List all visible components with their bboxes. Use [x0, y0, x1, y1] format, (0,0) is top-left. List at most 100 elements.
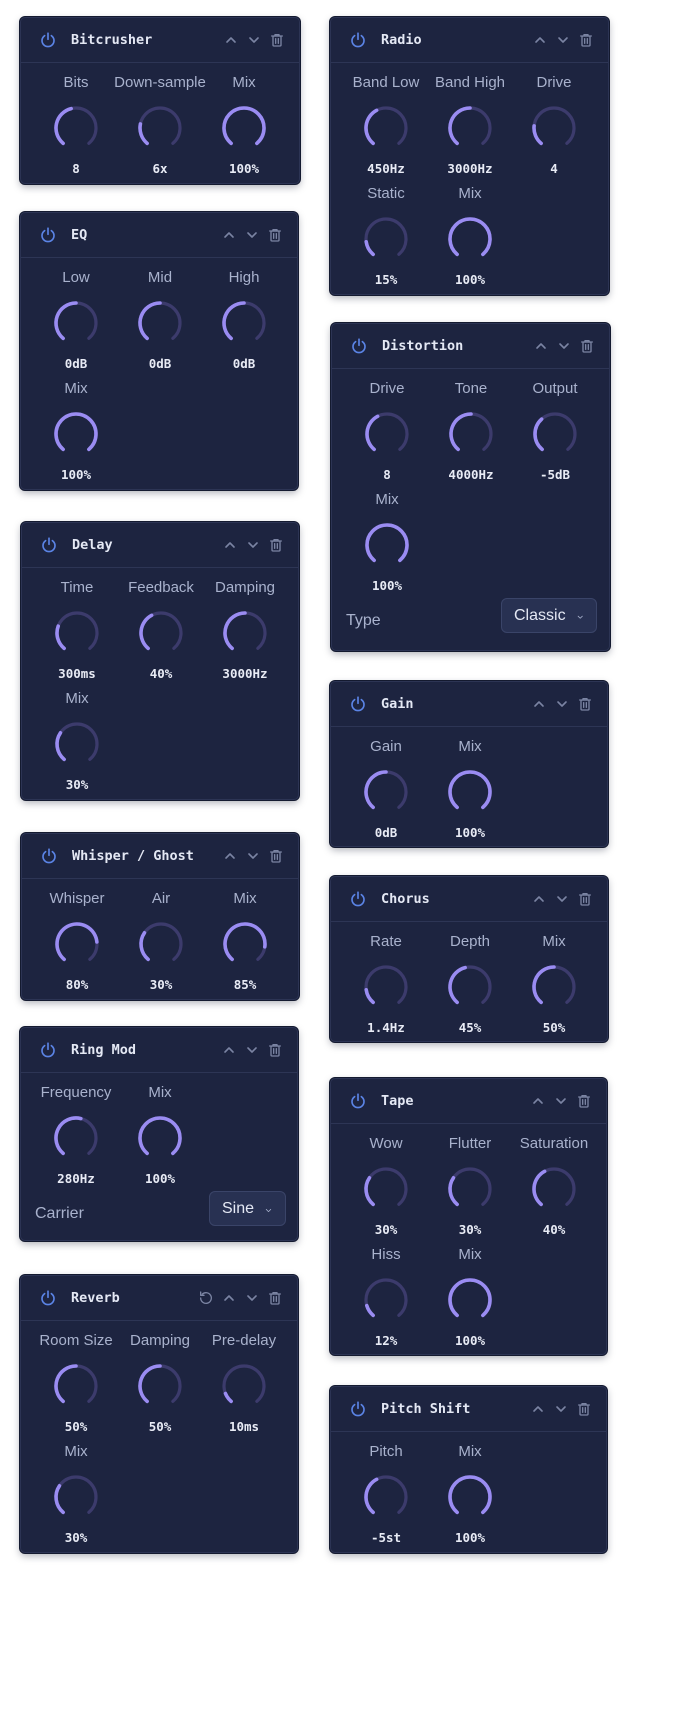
trash-icon[interactable] — [268, 537, 284, 553]
knob-dial[interactable] — [446, 963, 494, 1011]
knob-dial[interactable] — [52, 299, 100, 347]
knob-dial[interactable] — [362, 1276, 410, 1324]
knob-fill — [55, 624, 66, 651]
power-icon[interactable] — [349, 890, 367, 908]
knob-dial[interactable] — [362, 104, 410, 152]
knob-dial[interactable] — [137, 920, 185, 968]
chevron-down-icon[interactable] — [555, 32, 571, 48]
knob-dial[interactable] — [362, 963, 410, 1011]
knob-dial[interactable] — [220, 104, 268, 152]
knob-row: Low 0dB Mid 0dB High 0dB — [21, 263, 297, 386]
knob-dial[interactable] — [52, 1114, 100, 1162]
trash-icon[interactable] — [577, 891, 593, 907]
knob-row: Mix 30% — [22, 684, 298, 799]
knob-dial[interactable] — [446, 768, 494, 816]
knob-dial[interactable] — [362, 1165, 410, 1213]
knob-dial[interactable] — [362, 1473, 410, 1521]
chevron-down-icon[interactable] — [553, 1401, 569, 1417]
knob-dial[interactable] — [136, 104, 184, 152]
chevron-down-icon[interactable] — [245, 537, 261, 553]
knob-dial[interactable] — [362, 768, 410, 816]
knob-dial[interactable] — [531, 410, 579, 458]
knob-dial[interactable] — [53, 609, 101, 657]
chevron-up-icon[interactable] — [530, 1093, 546, 1109]
knob-dial[interactable] — [136, 1114, 184, 1162]
knob-dial[interactable] — [220, 1362, 268, 1410]
distortion-select[interactable]: Classic — [501, 598, 597, 633]
knob-dial[interactable] — [52, 1362, 100, 1410]
chevron-down-icon[interactable] — [246, 32, 262, 48]
knob-dial[interactable] — [136, 299, 184, 347]
power-icon[interactable] — [349, 695, 367, 713]
knob-dial[interactable] — [530, 104, 578, 152]
chevron-up-icon[interactable] — [221, 1290, 237, 1306]
knob-dial[interactable] — [137, 609, 185, 657]
power-icon[interactable] — [349, 1092, 367, 1110]
chevron-up-icon[interactable] — [530, 1401, 546, 1417]
knob-dial[interactable] — [446, 104, 494, 152]
panel-header: Reverb — [21, 1276, 297, 1321]
trash-icon[interactable] — [577, 696, 593, 712]
power-icon[interactable] — [350, 337, 368, 355]
chevron-down-icon[interactable] — [244, 227, 260, 243]
knob-dial[interactable] — [52, 104, 100, 152]
power-icon[interactable] — [39, 226, 57, 244]
knob-dial[interactable] — [221, 609, 269, 657]
knob-dial[interactable] — [446, 1473, 494, 1521]
chevron-up-icon[interactable] — [533, 338, 549, 354]
chevron-down-icon[interactable] — [244, 1042, 260, 1058]
power-icon[interactable] — [39, 1289, 57, 1307]
chevron-up-icon[interactable] — [532, 32, 548, 48]
knob-dial[interactable] — [362, 215, 410, 263]
chevron-up-icon[interactable] — [223, 32, 239, 48]
knob-dial[interactable] — [136, 1362, 184, 1410]
chevron-down-icon[interactable] — [556, 338, 572, 354]
knob-dial[interactable] — [53, 920, 101, 968]
chevron-up-icon[interactable] — [222, 537, 238, 553]
chevron-down-icon[interactable] — [244, 1290, 260, 1306]
knob-dial[interactable] — [220, 299, 268, 347]
knob-dial[interactable] — [530, 963, 578, 1011]
knob-dial[interactable] — [530, 1165, 578, 1213]
knob-dial[interactable] — [221, 920, 269, 968]
trash-icon[interactable] — [578, 32, 594, 48]
trash-icon[interactable] — [576, 1093, 592, 1109]
knob-dial[interactable] — [446, 1276, 494, 1324]
ringmod-select[interactable]: Sine — [209, 1191, 286, 1226]
chevron-up-icon[interactable] — [531, 696, 547, 712]
power-icon[interactable] — [349, 31, 367, 49]
knob-dial[interactable] — [53, 720, 101, 768]
chevron-down-icon[interactable] — [553, 1093, 569, 1109]
power-icon[interactable] — [349, 1400, 367, 1418]
knob-dial[interactable] — [446, 1165, 494, 1213]
knob-dial[interactable] — [447, 410, 495, 458]
knob-dial[interactable] — [363, 410, 411, 458]
chevron-down-icon[interactable] — [245, 848, 261, 864]
select-row: Type Classic — [332, 598, 609, 646]
trash-icon[interactable] — [579, 338, 595, 354]
trash-icon[interactable] — [269, 32, 285, 48]
power-icon[interactable] — [39, 1041, 57, 1059]
trash-icon[interactable] — [267, 227, 283, 243]
trash-icon[interactable] — [267, 1042, 283, 1058]
chevron-down-icon[interactable] — [554, 696, 570, 712]
knob-value: 100% — [454, 1530, 486, 1545]
reset-icon[interactable] — [198, 1290, 214, 1306]
chevron-down-icon[interactable] — [554, 891, 570, 907]
chevron-up-icon[interactable] — [222, 848, 238, 864]
trash-icon[interactable] — [267, 1290, 283, 1306]
chevron-up-icon[interactable] — [531, 891, 547, 907]
power-icon[interactable] — [40, 536, 58, 554]
chevron-up-icon[interactable] — [221, 1042, 237, 1058]
knob-dial[interactable] — [446, 215, 494, 263]
knob-dial[interactable] — [363, 521, 411, 569]
trash-icon[interactable] — [576, 1401, 592, 1417]
power-icon[interactable] — [40, 847, 58, 865]
knob-dial[interactable] — [52, 1473, 100, 1521]
trash-icon[interactable] — [268, 848, 284, 864]
knob-label: Mix — [233, 890, 257, 907]
power-icon[interactable] — [39, 31, 57, 49]
knob-value: 40% — [542, 1222, 566, 1237]
knob-dial[interactable] — [52, 410, 100, 458]
chevron-up-icon[interactable] — [221, 227, 237, 243]
